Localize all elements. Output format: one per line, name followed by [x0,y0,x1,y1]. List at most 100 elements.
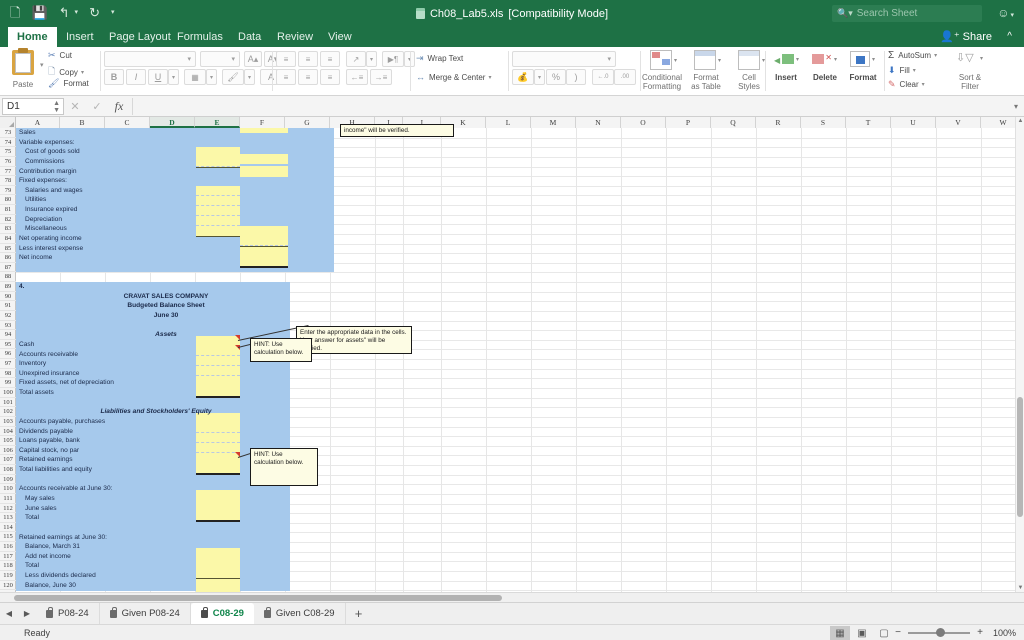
cells-area[interactable]: Sales Variable expenses: Cost of goods s… [16,124,1024,592]
row-header-111[interactable]: 111 [0,494,16,504]
scroll-down-icon[interactable]: ▼ [1017,585,1024,591]
row-header-73[interactable]: 73 [0,128,16,138]
column-header-o[interactable]: O [621,117,666,128]
format-dropdown-icon[interactable]: ▾ [872,56,875,63]
increase-indent-icon[interactable]: →≡ [370,69,392,85]
input-cell-net-income[interactable] [240,256,288,266]
row-header-77[interactable]: 77 [0,167,16,177]
select-all-corner[interactable] [0,117,16,128]
row-header-120[interactable]: 120 [0,581,16,591]
accept-entry-icon[interactable]: ✓ [86,100,108,113]
align-right-icon[interactable]: ≡ [320,69,340,85]
bold-button[interactable]: B [104,69,124,85]
row-header-94[interactable]: 94 [0,330,16,340]
insert-function-icon[interactable]: fx [108,99,130,114]
row-header-118[interactable]: 118 [0,561,16,571]
row-header-109[interactable]: 109 [0,475,16,485]
decrease-indent-icon[interactable]: ←≡ [346,69,368,85]
share-button[interactable]: 👤⁺ Share [940,30,992,44]
feedback-smiley-icon[interactable]: ☺ ▾ [997,6,1014,20]
column-header-c[interactable]: C [105,117,150,128]
sheet-tab-p08-24[interactable]: P08-24 [36,603,100,624]
input-cell-depreciation[interactable] [196,216,240,226]
row-header-81[interactable]: 81 [0,205,16,215]
input-cell-contribution-margin[interactable] [240,166,288,177]
zoom-slider-knob[interactable] [936,628,945,637]
row-header-101[interactable]: 101 [0,398,16,408]
font-size-input[interactable]: ▾ [200,51,240,67]
text-direction-icon[interactable]: ▶¶ [382,51,404,67]
input-cell-commissions[interactable] [196,157,240,167]
underline-dropdown-icon[interactable]: ▾ [168,69,179,85]
zoom-in-button[interactable]: + [974,627,986,638]
row-header-114[interactable]: 114 [0,523,16,533]
sheet-tab-c08-29[interactable]: C08-29 [190,603,254,624]
increase-decimal-icon[interactable]: ←.0 [592,69,614,85]
comment-hint-equity[interactable]: HINT: Use calculation below. [250,448,318,486]
italic-button[interactable]: I [126,69,146,85]
align-bottom-icon[interactable]: ≡ [320,51,340,67]
tab-insert[interactable]: Insert [57,27,103,47]
insert-cells-icon[interactable]: ◀ [774,52,794,66]
merge-center-dropdown-icon[interactable]: ▾ [488,74,491,81]
conditional-formatting-dropdown-icon[interactable]: ▾ [674,57,677,64]
row-header-105[interactable]: 105 [0,436,16,446]
page-layout-icon[interactable]: ▣ [852,626,872,640]
tab-home[interactable]: Home [8,27,57,47]
input-cell-balance-march-31[interactable] [196,548,240,558]
row-header-74[interactable]: 74 [0,138,16,148]
column-header-a[interactable]: A [16,117,60,128]
delete-cells-icon[interactable]: ✕ [812,52,832,66]
row-header-95[interactable]: 95 [0,340,16,350]
sort-filter-icon[interactable]: ⇩▽ [956,51,974,64]
input-cell-june-sales[interactable] [196,500,240,510]
input-cell-total-variable[interactable] [240,154,288,164]
comment-total-assets[interactable]: Enter the appropriate data in the cells.… [296,326,412,354]
row-header-92[interactable]: 92 [0,311,16,321]
page-break-icon[interactable]: ▢ [874,626,894,640]
fill-button[interactable]: ⬇ Fill ▾ [888,65,916,76]
row-header-75[interactable]: 75 [0,147,16,157]
row-header-97[interactable]: 97 [0,359,16,369]
tab-view[interactable]: View [319,27,361,47]
format-painter-button[interactable]: 🖌 Format [48,78,89,89]
horizontal-scrollbar[interactable] [0,592,1024,602]
input-cell-unexpired-insurance[interactable] [196,366,240,376]
clear-dropdown-icon[interactable]: ▾ [922,81,925,88]
number-format-select[interactable]: ▾ [512,51,616,67]
row-header-115[interactable]: 115 [0,532,16,543]
row-header-110[interactable]: 110 [0,484,16,494]
orientation-dropdown-icon[interactable]: ▾ [366,51,377,67]
row-header-98[interactable]: 98 [0,369,16,379]
conditional-formatting-icon[interactable] [650,50,672,70]
comma-format-icon[interactable]: ) [566,69,586,85]
wrap-text-button[interactable]: ⇥ Wrap Text [416,53,463,64]
borders-icon[interactable]: ▦ [184,69,206,85]
cell-styles-icon[interactable] [738,50,760,70]
row-header-112[interactable]: 112 [0,504,16,514]
column-header-g[interactable]: G [285,117,330,128]
input-cell-total-fixed[interactable] [240,226,288,236]
row-header-90[interactable]: 90 [0,292,16,302]
normal-view-icon[interactable]: ▦ [830,626,850,640]
spreadsheet-grid[interactable]: ABCDEFGHIJKLMNOPQRSTUVW 73 74 75 76 77 78 79 80… [0,117,1024,592]
input-cell-retained-earnings[interactable] [196,453,240,463]
column-header-r[interactable]: R [756,117,801,128]
column-header-p[interactable]: P [666,117,711,128]
row-header-79[interactable]: 79 [0,186,16,196]
row-header-91[interactable]: 91 [0,301,16,311]
comment-hint-assets[interactable]: HINT: Use calculation below. [250,338,312,362]
name-box[interactable]: D1 ▲ ▼ [2,97,64,115]
column-header-n[interactable]: N [576,117,621,128]
row-header-106[interactable]: 106 [0,446,16,456]
input-cell-less-dividends[interactable] [196,578,240,588]
row-header-80[interactable]: 80 [0,195,16,206]
column-header-b[interactable]: B [60,117,105,128]
row-header-96[interactable]: 96 [0,349,16,360]
row-header-82[interactable]: 82 [0,215,16,225]
row-header-103[interactable]: 103 [0,417,16,427]
row-header-93[interactable]: 93 [0,321,16,331]
row-header-99[interactable]: 99 [0,378,16,388]
row-header-102[interactable]: 102 [0,407,16,417]
format-as-table-icon[interactable] [694,50,716,70]
